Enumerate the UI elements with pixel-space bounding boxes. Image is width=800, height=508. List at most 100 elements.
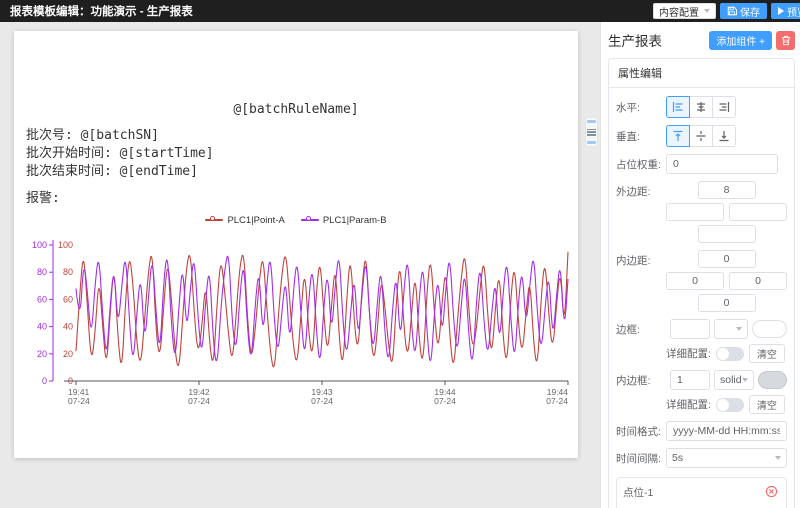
- point-1-header: 点位-1: [623, 485, 780, 500]
- chevron-down-icon: [736, 327, 742, 331]
- border-row: 边框:: [616, 319, 787, 339]
- inner-border-style-select[interactable]: solid: [714, 370, 754, 390]
- chevron-down-icon: [775, 456, 781, 460]
- weight-row: 占位权重:: [616, 154, 787, 174]
- time-format-label: 时间格式:: [616, 424, 666, 439]
- align-top-button[interactable]: [666, 125, 690, 147]
- svg-text:100: 100: [58, 240, 73, 250]
- time-interval-label: 时间间隔:: [616, 451, 666, 466]
- save-button[interactable]: 保存: [720, 3, 767, 19]
- chevron-down-icon: [742, 378, 748, 382]
- inner-border-detail-toggle[interactable]: [716, 398, 744, 412]
- align-left-icon: [672, 101, 684, 113]
- alarm-label: 报警:: [26, 187, 578, 206]
- content-config-dropdown[interactable]: 内容配置: [653, 3, 716, 19]
- preview-button[interactable]: 预览: [771, 3, 800, 19]
- margin-right-input[interactable]: [729, 203, 787, 221]
- padding-grid: [666, 250, 787, 312]
- margin-row: 外边距:: [616, 181, 787, 243]
- report-template-editor: 报表模板编辑：功能演示 - 生产报表 内容配置 保存 预览: [0, 0, 800, 508]
- panel-header: 生产报表 添加组件 +: [608, 30, 795, 50]
- point-card-1: 点位-1 变量: PLC1|Param-B: [616, 477, 787, 508]
- property-editor-title: 属性编辑: [609, 59, 794, 88]
- inner-border-style-value: solid: [720, 374, 742, 386]
- border-clear-button[interactable]: 清空: [749, 344, 785, 363]
- margin-top-input[interactable]: [698, 181, 756, 199]
- vertical-align-group: [666, 125, 736, 147]
- time-interval-select[interactable]: 5s: [666, 448, 787, 468]
- margin-left-input[interactable]: [666, 203, 724, 221]
- remove-point-1-button[interactable]: [765, 485, 780, 500]
- svg-text:07-24: 07-24: [546, 396, 568, 406]
- svg-text:80: 80: [63, 267, 73, 277]
- detail-config-label: 详细配置:: [666, 346, 711, 361]
- svg-text:20: 20: [37, 349, 47, 359]
- padding-bottom-input[interactable]: [698, 294, 756, 312]
- align-bottom-icon: [718, 130, 730, 142]
- border-label: 边框:: [616, 322, 666, 337]
- margin-bottom-input[interactable]: [698, 225, 756, 243]
- panel-header-buttons: 添加组件 +: [709, 31, 795, 50]
- save-label: 保存: [740, 4, 760, 19]
- inner-border-clear-button[interactable]: 清空: [749, 395, 785, 414]
- inner-border-detail-row: 详细配置: 清空: [666, 395, 787, 414]
- inner-border-row: 内边框: solid: [616, 370, 787, 390]
- svg-text:0: 0: [42, 376, 47, 386]
- border-detail-row: 详细配置: 清空: [666, 344, 787, 363]
- legend-item[interactable]: PLC1|Param-B: [301, 215, 387, 226]
- panel-splitter-handle[interactable]: [585, 117, 598, 147]
- inner-border-color-picker[interactable]: [758, 371, 787, 389]
- add-component-button[interactable]: 添加组件 +: [709, 31, 772, 50]
- batch-rule-name-text: @[batchRuleName]: [14, 101, 578, 119]
- align-left-button[interactable]: [666, 96, 690, 118]
- align-center-button[interactable]: [689, 96, 713, 118]
- padding-left-input[interactable]: [666, 272, 724, 290]
- time-interval-row: 时间间隔: 5s: [616, 448, 787, 468]
- vertical-label: 垂直:: [616, 129, 666, 144]
- weight-label: 占位权重:: [616, 157, 666, 172]
- chart-legend: PLC1|Point-A PLC1|Param-B: [14, 214, 578, 226]
- border-detail-toggle[interactable]: [716, 347, 744, 361]
- svg-text:20: 20: [63, 349, 73, 359]
- margin-label: 外边距:: [616, 184, 666, 199]
- padding-right-input[interactable]: [729, 272, 787, 290]
- border-width-input[interactable]: [670, 319, 710, 339]
- detail-config-label: 详细配置:: [666, 397, 711, 412]
- drag-handle-icon: [587, 129, 596, 136]
- weight-input[interactable]: [666, 154, 778, 174]
- align-right-button[interactable]: [712, 96, 736, 118]
- remove-circle-icon: [765, 485, 778, 498]
- panel-title: 生产报表: [608, 30, 662, 50]
- border-style-select[interactable]: [714, 319, 748, 339]
- time-format-row: 时间格式:: [616, 421, 787, 441]
- horizontal-align-group: [666, 96, 736, 118]
- editor-content: @[batchRuleName] 批次号: @[batchSN] 批次开始时间:…: [0, 22, 800, 508]
- border-color-picker[interactable]: [752, 320, 787, 338]
- report-chart-svg[interactable]: 00202040406060808010010019:4107-2419:420…: [26, 228, 574, 408]
- property-editor-body: 水平:: [609, 88, 794, 508]
- padding-top-input[interactable]: [698, 250, 756, 268]
- padding-row: 内边距:: [616, 250, 787, 312]
- align-middle-button[interactable]: [689, 125, 713, 147]
- legend-item[interactable]: PLC1|Point-A: [205, 215, 284, 226]
- report-page[interactable]: @[batchRuleName] 批次号: @[batchSN] 批次开始时间:…: [14, 31, 578, 458]
- delete-report-button[interactable]: [776, 31, 795, 50]
- properties-panel: 生产报表 添加组件 + 属性编辑 水平:: [600, 22, 800, 508]
- save-icon: [727, 6, 737, 16]
- end-time-line: 批次结束时间: @[endTime]: [26, 163, 578, 181]
- start-time-line: 批次开始时间: @[startTime]: [26, 145, 578, 163]
- content-config-label: 内容配置: [659, 4, 699, 19]
- svg-text:100: 100: [32, 240, 47, 250]
- svg-text:07-24: 07-24: [68, 396, 90, 406]
- splitter-bar-top: [587, 120, 596, 123]
- inner-border-width-input[interactable]: [670, 370, 710, 390]
- topbar: 报表模板编辑：功能演示 - 生产报表 内容配置 保存 预览: [0, 0, 800, 22]
- time-format-input[interactable]: [666, 421, 787, 441]
- inner-border-label: 内边框:: [616, 373, 666, 388]
- svg-text:60: 60: [37, 294, 47, 304]
- svg-text:40: 40: [63, 322, 73, 332]
- align-bottom-button[interactable]: [712, 125, 736, 147]
- align-center-icon: [695, 101, 707, 113]
- property-editor-card: 属性编辑 水平:: [608, 58, 795, 508]
- batch-info: 批次号: @[batchSN] 批次开始时间: @[startTime] 批次结…: [26, 127, 578, 181]
